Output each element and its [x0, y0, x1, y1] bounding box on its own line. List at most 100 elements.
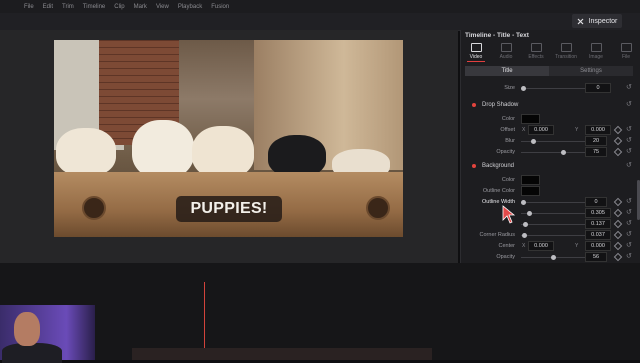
- subtab-title[interactable]: Title: [465, 66, 549, 76]
- shadow-opacity-value[interactable]: 75: [585, 147, 607, 157]
- audio-icon: [500, 43, 512, 52]
- puppy-image: [56, 128, 116, 176]
- shadow-blur-value[interactable]: 20: [585, 136, 607, 146]
- transition-icon: [560, 43, 572, 52]
- background-color-swatch[interactable]: [521, 175, 540, 185]
- presenter-face: [14, 312, 40, 346]
- background-width-value[interactable]: 0.305: [585, 208, 611, 218]
- keyframe-icon[interactable]: [613, 219, 623, 229]
- shadow-color-row: Color: [461, 114, 633, 124]
- drop-shadow-header[interactable]: Drop Shadow ↺: [461, 100, 640, 111]
- tab-image[interactable]: Image: [581, 40, 611, 62]
- image-icon: [590, 43, 602, 52]
- tab-effects[interactable]: Effects: [521, 40, 551, 62]
- menu-item[interactable]: File: [24, 4, 34, 10]
- inspector-subtabs: Title Settings: [465, 66, 633, 76]
- inspector-button[interactable]: Inspector: [572, 14, 622, 28]
- center-y[interactable]: 0.000: [585, 241, 611, 251]
- inspector-panel: Timeline - Title - Text Video Audio Effe…: [460, 30, 640, 263]
- keyframe-icon[interactable]: [613, 208, 623, 218]
- shadow-offset-row: Offset X 0.000 Y 0.000 ↺: [500, 125, 632, 135]
- background-width-row: 0.305 ↺: [461, 208, 633, 218]
- size-label: Size: [504, 85, 515, 91]
- file-icon: [620, 43, 632, 52]
- menu-item[interactable]: Playback: [178, 4, 202, 10]
- toolbar: [0, 13, 640, 31]
- subtab-settings[interactable]: Settings: [549, 66, 633, 76]
- puppy-image: [268, 135, 326, 177]
- photo-box-hole: [366, 196, 390, 220]
- size-value[interactable]: 0: [585, 83, 611, 93]
- enable-dot-icon[interactable]: [472, 103, 476, 107]
- title-overlay[interactable]: PUPPIES!: [176, 196, 282, 222]
- outline-width-row: Outline Width 0 ↺: [481, 197, 632, 207]
- keyframe-icon[interactable]: [613, 147, 623, 157]
- reset-icon[interactable]: ↺: [626, 241, 632, 249]
- menu-item[interactable]: Clip: [114, 4, 124, 10]
- menu-item[interactable]: Fusion: [211, 4, 229, 10]
- puppy-image: [192, 126, 254, 178]
- menu-item[interactable]: Edit: [43, 4, 53, 10]
- reset-icon[interactable]: ↺: [626, 219, 632, 227]
- tab-transition[interactable]: Transition: [551, 40, 581, 62]
- tab-video[interactable]: Video: [461, 40, 491, 62]
- timeline-track[interactable]: [132, 348, 432, 360]
- background-height-value[interactable]: 0.137: [585, 219, 611, 229]
- background-color-row: Color: [461, 175, 633, 185]
- background-opacity-row: Opacity 56 ↺: [496, 252, 632, 262]
- menu-item[interactable]: Timeline: [83, 4, 105, 10]
- shadow-offset-y[interactable]: 0.000: [585, 125, 611, 135]
- video-viewer: PUPPIES!: [54, 40, 403, 237]
- webcam-overlay: [0, 305, 95, 363]
- reset-icon[interactable]: ↺: [626, 136, 632, 144]
- keyframe-icon[interactable]: [613, 136, 623, 146]
- mouse-cursor-icon: [502, 205, 516, 224]
- video-icon: [470, 43, 482, 52]
- background-opacity-value[interactable]: 56: [585, 252, 607, 262]
- photo-box-hole: [82, 196, 106, 220]
- shadow-opacity-row: Opacity 75 ↺: [496, 147, 632, 157]
- outline-width-value[interactable]: 0: [585, 197, 607, 207]
- effects-icon: [530, 43, 542, 52]
- inspector-title: Timeline - Title - Text: [465, 32, 529, 39]
- center-x[interactable]: 0.000: [528, 241, 554, 251]
- reset-icon[interactable]: ↺: [626, 100, 632, 108]
- corner-radius-row: Corner Radius 0.037 ↺: [479, 230, 632, 240]
- timeline-panel: [0, 263, 640, 360]
- menu-bar: File Edit Trim Timeline Clip Mark View P…: [0, 0, 640, 13]
- inspector-tabs: Video Audio Effects Transition Image Fil…: [461, 40, 640, 62]
- corner-radius-value[interactable]: 0.037: [585, 230, 611, 240]
- inspector-icon: [577, 18, 584, 24]
- shadow-offset-x[interactable]: 0.000: [528, 125, 554, 135]
- reset-icon[interactable]: ↺: [626, 147, 632, 155]
- puppy-image: [132, 120, 194, 178]
- inspector-button-label: Inspector: [588, 17, 618, 25]
- reset-icon[interactable]: ↺: [626, 208, 632, 216]
- menu-item[interactable]: View: [156, 4, 169, 10]
- reset-icon[interactable]: ↺: [626, 125, 632, 133]
- enable-dot-icon[interactable]: [472, 164, 476, 168]
- reset-icon[interactable]: ↺: [626, 230, 632, 238]
- reset-icon[interactable]: ↺: [626, 197, 632, 205]
- keyframe-icon[interactable]: [613, 125, 623, 135]
- shadow-blur-row: Blur 20 ↺: [505, 136, 632, 146]
- outline-color-row: Outline Color: [461, 186, 633, 196]
- menu-item[interactable]: Trim: [62, 4, 74, 10]
- size-row: Size 0 ↺: [461, 83, 633, 93]
- shadow-color-swatch[interactable]: [521, 114, 540, 124]
- presenter-body: [2, 343, 62, 363]
- keyframe-icon[interactable]: [613, 230, 623, 240]
- keyframe-icon[interactable]: [613, 197, 623, 207]
- background-header[interactable]: Background ↺: [461, 161, 640, 172]
- reset-icon[interactable]: ↺: [626, 252, 632, 260]
- background-height-row: 0.137 ↺: [461, 219, 633, 229]
- tab-file[interactable]: File: [611, 40, 640, 62]
- center-row: Center X 0.000 Y 0.000 ↺: [498, 241, 632, 251]
- outline-color-swatch[interactable]: [521, 186, 540, 196]
- keyframe-icon[interactable]: [613, 252, 623, 262]
- menu-item[interactable]: Mark: [134, 4, 147, 10]
- reset-icon[interactable]: ↺: [626, 83, 632, 91]
- tab-audio[interactable]: Audio: [491, 40, 521, 62]
- reset-icon[interactable]: ↺: [626, 161, 632, 169]
- keyframe-icon[interactable]: [613, 241, 623, 251]
